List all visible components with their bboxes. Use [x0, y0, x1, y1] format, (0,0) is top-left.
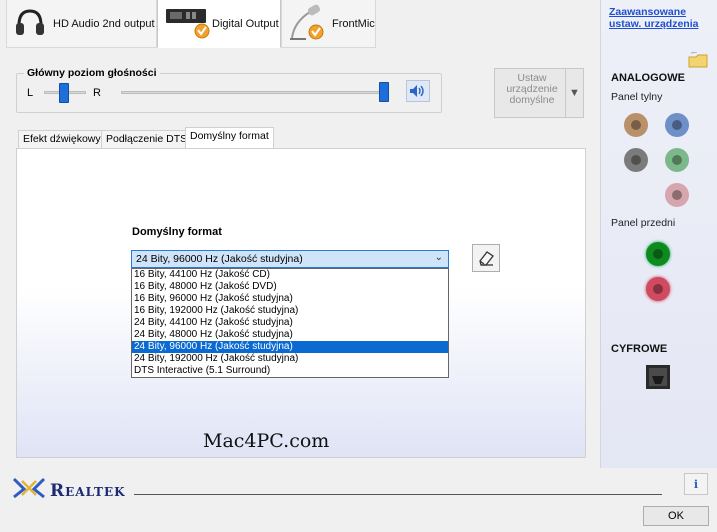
divider: [134, 494, 662, 495]
advanced-settings-link[interactable]: Zaawansowane ustaw. urządzenia: [609, 6, 709, 30]
tab-label: FrontMic: [332, 17, 375, 30]
jack-gray-icon[interactable]: [624, 148, 648, 172]
jack-front-pink-icon[interactable]: [646, 277, 670, 301]
headphones-icon: [13, 5, 47, 42]
volume-slider-thumb[interactable]: [379, 82, 389, 102]
folder-icon[interactable]: [688, 51, 708, 71]
rear-panel-label: Panel tylny: [611, 91, 663, 103]
realtek-logo-icon: [12, 477, 46, 502]
jack-pink-icon[interactable]: [665, 183, 689, 207]
list-item[interactable]: 16 Bity, 48000 Hz (Jakość DVD): [132, 281, 448, 293]
reset-format-button[interactable]: [472, 244, 500, 272]
list-item[interactable]: 24 Bity, 44100 Hz (Jakość studyjna): [132, 317, 448, 329]
volume-track[interactable]: [121, 91, 389, 94]
info-button[interactable]: i: [684, 473, 708, 495]
digital-output-device-icon: [164, 3, 210, 44]
set-default-label: Ustaw urządzenie domyślne: [506, 72, 558, 106]
watermark-text: Mac4PC.com: [203, 430, 330, 452]
analog-section-title: ANALOGOWE: [611, 72, 685, 84]
jack-orange-icon[interactable]: [624, 113, 648, 137]
tab-label: HD Audio 2nd output: [53, 17, 155, 30]
chevron-down-icon: ⌄: [434, 252, 443, 263]
speaker-button[interactable]: [406, 80, 430, 102]
list-item[interactable]: 16 Bity, 96000 Hz (Jakość studyjna): [132, 293, 448, 305]
speaker-icon: [410, 85, 424, 97]
tab-sound-effect[interactable]: Efekt dźwiękowy: [18, 130, 106, 148]
eraser-icon: [479, 251, 494, 266]
default-format-title: Domyślny format: [132, 226, 222, 238]
ok-button[interactable]: OK: [643, 506, 709, 526]
balance-left-label: L: [27, 87, 34, 99]
jack-green-icon[interactable]: [665, 148, 689, 172]
tab-frontmic[interactable]: FrontMic: [281, 0, 376, 48]
device-tab-strip: HD Audio 2nd output Digital Output Front…: [0, 0, 600, 48]
tab-hd-audio-2nd-output[interactable]: HD Audio 2nd output: [6, 0, 157, 48]
format-dropdown-list: 16 Bity, 44100 Hz (Jakość CD) 16 Bity, 4…: [131, 268, 449, 378]
list-item[interactable]: 24 Bity, 192000 Hz (Jakość studyjna): [132, 353, 448, 365]
list-item[interactable]: 16 Bity, 192000 Hz (Jakość studyjna): [132, 305, 448, 317]
format-select[interactable]: 24 Bity, 96000 Hz (Jakość studyjna) ⌄: [131, 250, 449, 268]
balance-right-label: R: [93, 87, 101, 99]
list-item-selected[interactable]: 24 Bity, 96000 Hz (Jakość studyjna): [132, 341, 448, 353]
front-panel-label: Panel przedni: [611, 217, 676, 229]
digital-section-title: CYFROWE: [611, 343, 668, 355]
digital-connector-icon[interactable]: [645, 364, 671, 393]
chevron-down-icon[interactable]: ▼: [565, 69, 583, 117]
list-item[interactable]: 24 Bity, 48000 Hz (Jakość studyjna): [132, 329, 448, 341]
tab-label: Digital Output: [212, 18, 279, 30]
jack-blue-icon[interactable]: [665, 113, 689, 137]
format-select-value: 24 Bity, 96000 Hz (Jakość studyjna): [136, 253, 303, 265]
jack-front-green-icon[interactable]: [646, 242, 670, 266]
balance-slider-thumb[interactable]: [59, 83, 69, 103]
tab-digital-output[interactable]: Digital Output: [157, 0, 281, 48]
set-default-device-button[interactable]: Ustaw urządzenie domyślne ▼: [494, 68, 584, 118]
microphone-icon: [288, 2, 326, 45]
list-item[interactable]: 16 Bity, 44100 Hz (Jakość CD): [132, 269, 448, 281]
brand-name: Realtek: [50, 481, 126, 501]
tab-dts-connect[interactable]: Podłączenie DTS: [101, 130, 193, 148]
master-volume-label: Główny poziom głośności: [24, 67, 160, 79]
tab-default-format[interactable]: Domyślny format: [185, 127, 274, 149]
list-item[interactable]: DTS Interactive (5.1 Surround): [132, 365, 448, 377]
